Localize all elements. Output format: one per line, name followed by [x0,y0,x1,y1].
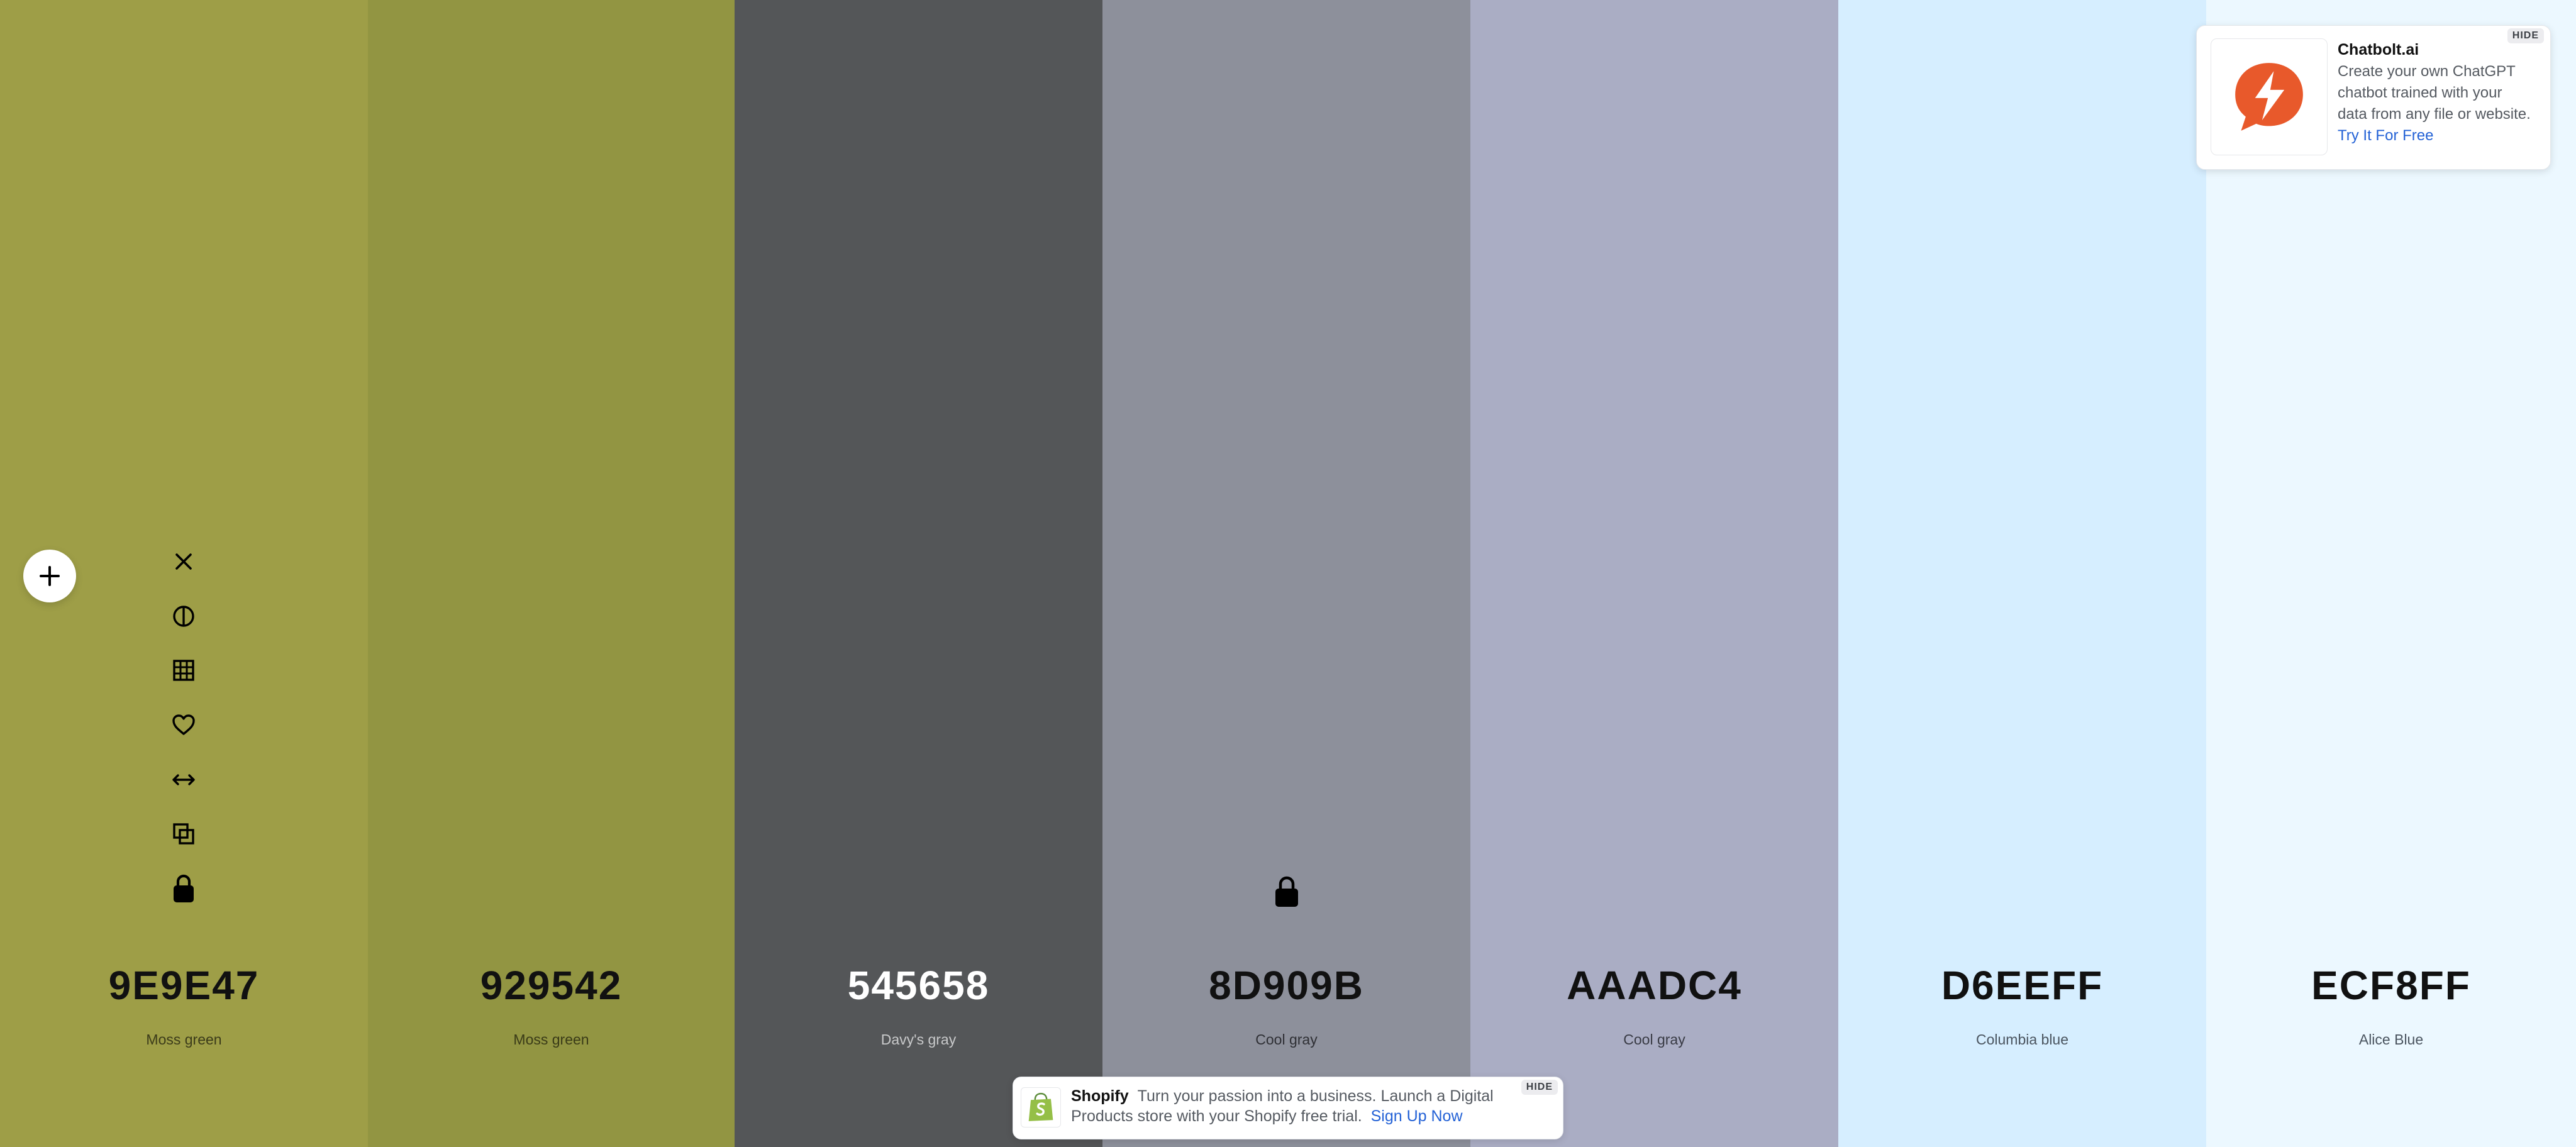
swatch-3[interactable]: 545658 Davy's gray [735,0,1102,1147]
swatch-color-name: Cool gray [1255,1031,1318,1048]
ad-cta-link[interactable]: Try It For Free [2338,127,2433,144]
plus-icon [40,566,60,586]
hide-ad-button[interactable]: HIDE [2507,28,2544,43]
swatch-color-name: Davy's gray [880,1031,957,1048]
swatch-hex[interactable]: 8D909B [1102,962,1470,1009]
lock-icon [174,874,194,902]
copy-icon [173,823,194,845]
swatch-6[interactable]: D6EEFF Columbia blue [1838,0,2206,1147]
lock-button[interactable] [165,870,203,907]
swatch-color-name: Alice Blue [2358,1031,2424,1048]
swatch-hex[interactable]: AAADC4 [1470,962,1838,1009]
swatch-2[interactable]: 929542 Moss green [368,0,735,1147]
add-color-button[interactable] [23,550,76,602]
close-icon [175,553,192,570]
drag-button[interactable] [165,761,203,799]
sponsored-ad-shopify[interactable]: Shopify Turn your passion into a business… [1013,1077,1563,1139]
swatch-color-name: Columbia blue [1975,1031,2069,1048]
grid-button[interactable] [165,651,203,689]
lightning-chat-icon [2235,63,2303,131]
copy-button[interactable] [165,815,203,853]
swatch-color-name: Moss green [513,1031,589,1048]
heart-icon [172,714,195,735]
remove-color-button[interactable] [165,543,203,580]
ad-cta-link[interactable]: Sign Up Now [1371,1107,1463,1125]
ad-text: Create your own ChatGPT chatbot trained … [2338,61,2534,147]
swatch-5[interactable]: AAADC4 Cool gray [1470,0,1838,1147]
lock-icon[interactable] [1273,875,1301,908]
swatch-4[interactable]: 8D909B Cool gray [1102,0,1470,1147]
ad-text: Shopify Turn your passion into a business… [1071,1086,1511,1126]
swatch-hex[interactable]: 545658 [735,962,1102,1009]
shopify-logo [1021,1087,1061,1128]
swatch-hex[interactable]: D6EEFF [1838,962,2206,1009]
sponsored-ad-chatbolt[interactable]: Chatbolt.ai Create your own ChatGPT chat… [2196,25,2551,170]
ad-title: Shopify [1071,1087,1129,1105]
view-shades-button[interactable] [165,597,203,635]
ad-title: Chatbolt.ai [2338,41,2419,58]
shopping-bag-icon [1028,1092,1053,1121]
swatch-color-name: Moss green [146,1031,222,1048]
swatch-7[interactable]: ECF8FF Alice Blue [2206,0,2576,1147]
chatbolt-logo [2211,38,2328,155]
grid-icon [173,660,194,681]
swatch-hex[interactable]: 929542 [368,962,735,1009]
hide-ad-button[interactable]: HIDE [1521,1080,1558,1095]
drag-horizontal-icon [172,774,195,785]
ad-description: Create your own ChatGPT chatbot trained … [2338,63,2531,123]
swatch-hex[interactable]: 9E9E47 [0,962,368,1009]
swatch-color-name: Cool gray [1623,1031,1685,1048]
swatch-hex[interactable]: ECF8FF [2206,962,2576,1009]
favorite-button[interactable] [165,706,203,744]
contrast-icon [173,606,194,627]
palette: 9E9E47 Moss green 929542 Moss green 5456… [0,0,2576,1147]
